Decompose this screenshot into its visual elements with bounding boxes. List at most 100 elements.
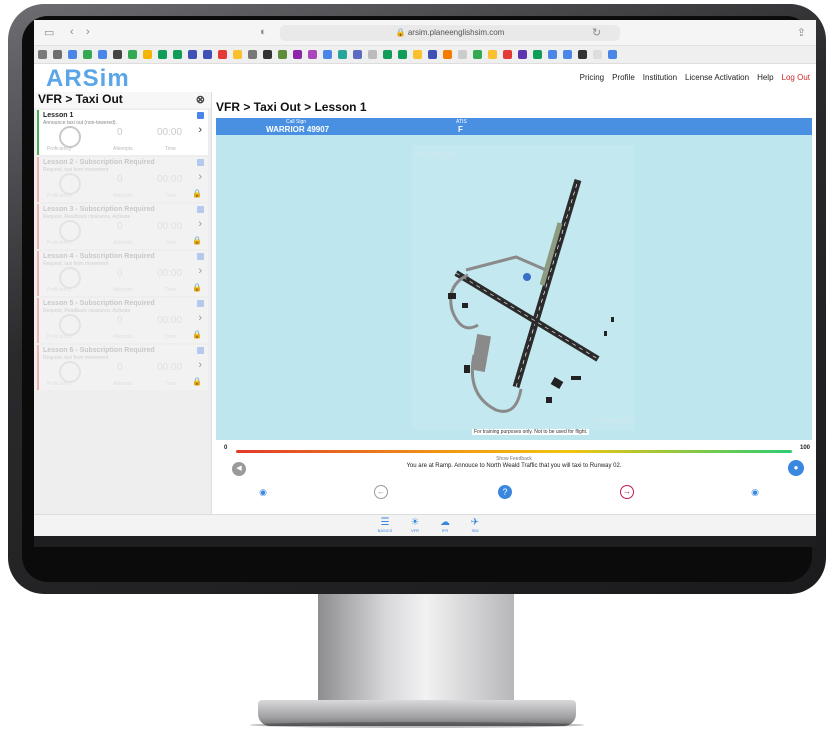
tab-ifr[interactable]: ☁ IFR (430, 517, 460, 533)
tab-vfr[interactable]: ☀ VFR (400, 517, 430, 533)
nav-log-out[interactable]: Log Out (782, 73, 810, 82)
tab-sim[interactable]: ✈ SIM (460, 517, 490, 533)
lesson-card[interactable]: Lesson 5 - Subscription Required Request… (37, 298, 208, 343)
bookmark-icon[interactable] (578, 50, 587, 59)
bookmark-icon[interactable] (173, 50, 182, 59)
chevron-right-icon[interactable]: › (198, 265, 202, 277)
flight-info-bar: Call Sign WARRIOR 49907 ATIS F (216, 118, 812, 135)
bookmark-icon[interactable] (98, 50, 107, 59)
bookmark-icon[interactable] (113, 50, 122, 59)
privacy-shield-icon[interactable]: ◐ (260, 26, 267, 38)
bookmark-icon[interactable] (503, 50, 512, 59)
address-bar[interactable]: 🔒 arsim.planeenglishsim.com (280, 25, 620, 41)
proficiency-ring (59, 173, 81, 195)
lesson-card[interactable]: Lesson 6 - Subscription Required Request… (37, 345, 208, 390)
bookmark-icon[interactable] (68, 50, 77, 59)
bookmark-icon[interactable] (308, 50, 317, 59)
bookmark-icon[interactable] (563, 50, 572, 59)
nav-institution[interactable]: Institution (643, 73, 677, 82)
speaker-icon[interactable]: ◀ (232, 462, 246, 476)
bookmark-icon[interactable] (488, 50, 497, 59)
bookmark-icon[interactable] (353, 50, 362, 59)
proficiency-ring (59, 314, 81, 336)
bookmark-icon[interactable] (443, 50, 452, 59)
airport-diagram: PlaneEnglish PlaneEnglish (416, 152, 637, 425)
nav-help[interactable]: Help (757, 73, 773, 82)
bookmark-icon[interactable] (383, 50, 392, 59)
bookmark-icon[interactable] (128, 50, 137, 59)
bookmark-icon[interactable] (143, 50, 152, 59)
lesson-card[interactable]: Lesson 2 - Subscription Required Request… (37, 157, 208, 202)
sidebar-toggle-icon[interactable]: ▭ (44, 26, 54, 39)
time-caption: Time (165, 381, 176, 387)
nav-pricing[interactable]: Pricing (580, 73, 604, 82)
lesson-card[interactable]: Lesson 4 - Subscription Required Request… (37, 251, 208, 296)
bookmark-icon[interactable] (203, 50, 212, 59)
proficiency-ring (59, 267, 81, 289)
previous-icon[interactable]: ← (374, 485, 388, 499)
bookmark-icon[interactable] (548, 50, 557, 59)
close-icon[interactable]: ⊗ (196, 93, 205, 106)
bookmark-icon[interactable] (608, 50, 617, 59)
time-caption: Time (165, 334, 176, 340)
reload-icon[interactable]: ↻ (592, 26, 601, 39)
atc-view-icon[interactable]: ◉ (256, 485, 270, 499)
bookmark-icon[interactable] (233, 50, 242, 59)
bookmark-icon[interactable] (83, 50, 92, 59)
lesson-title: Lesson 4 - Subscription Required (43, 253, 155, 260)
bookmark-icon[interactable] (368, 50, 377, 59)
bookmark-icon[interactable] (158, 50, 167, 59)
cloud-icon: ☁ (440, 517, 450, 528)
bookmark-icon[interactable] (338, 50, 347, 59)
breadcrumb: VFR > Taxi Out > Lesson 1 (216, 100, 367, 114)
bookmark-icon[interactable] (218, 50, 227, 59)
nav-license-activation[interactable]: License Activation (685, 73, 749, 82)
chevron-right-icon[interactable]: › (198, 171, 202, 183)
next-icon[interactable]: → (620, 485, 634, 499)
time-caption: Time (165, 193, 176, 199)
bookmark-icon[interactable] (263, 50, 272, 59)
aircraft-position-marker (523, 273, 531, 281)
bookmark-icon[interactable] (428, 50, 437, 59)
lock-icon: 🔒 (192, 283, 202, 292)
chevron-right-icon[interactable]: › (198, 218, 202, 230)
lesson-card[interactable]: Lesson 1 Announce taxi out (non-towered)… (37, 110, 208, 155)
microphone-icon[interactable]: ● (788, 460, 804, 476)
arsim-logo[interactable]: ARSim (46, 65, 130, 93)
chevron-right-icon[interactable]: › (198, 124, 202, 136)
bookmark-icon[interactable] (473, 50, 482, 59)
forward-icon[interactable]: › (86, 26, 90, 38)
back-icon[interactable]: ‹ (70, 26, 74, 38)
proficiency-caption: Proficiency (47, 287, 72, 293)
building (546, 397, 552, 403)
chevron-right-icon[interactable]: › (198, 312, 202, 324)
time-caption: Time (165, 146, 176, 152)
tab-basics[interactable]: ☰ BASICS (370, 517, 400, 533)
lesson-time: 00:00 (157, 127, 183, 138)
bookmark-icon[interactable] (248, 50, 257, 59)
bookmark-icon[interactable] (188, 50, 197, 59)
lesson-sidebar: VFR > Taxi Out ⊗ Lesson 1 Announce taxi … (34, 92, 212, 514)
show-feedback-link[interactable]: Show Feedback (216, 456, 812, 462)
bookmark-icon[interactable] (398, 50, 407, 59)
proficiency-ring (59, 361, 81, 383)
airport-map[interactable]: PlaneEnglish PlaneEnglish For training p… (216, 135, 812, 440)
pilot-view-icon[interactable]: ◉ (748, 485, 762, 499)
lesson-time: 00:00 (157, 268, 183, 279)
bookmark-icon[interactable] (278, 50, 287, 59)
bookmark-icon[interactable] (53, 50, 62, 59)
bookmark-icon[interactable] (458, 50, 467, 59)
help-icon[interactable]: ? (498, 485, 512, 499)
bookmark-icon[interactable] (323, 50, 332, 59)
share-icon[interactable]: ⇪ (797, 26, 806, 39)
nav-profile[interactable]: Profile (612, 73, 635, 82)
bookmark-icon[interactable] (413, 50, 422, 59)
bookmark-icon[interactable] (518, 50, 527, 59)
attempts-caption: Attempts (113, 240, 133, 246)
lesson-card[interactable]: Lesson 3 - Subscription Required Request… (37, 204, 208, 249)
chevron-right-icon[interactable]: › (198, 359, 202, 371)
bookmark-icon[interactable] (38, 50, 47, 59)
bookmark-icon[interactable] (593, 50, 602, 59)
bookmark-icon[interactable] (293, 50, 302, 59)
bookmark-icon[interactable] (533, 50, 542, 59)
